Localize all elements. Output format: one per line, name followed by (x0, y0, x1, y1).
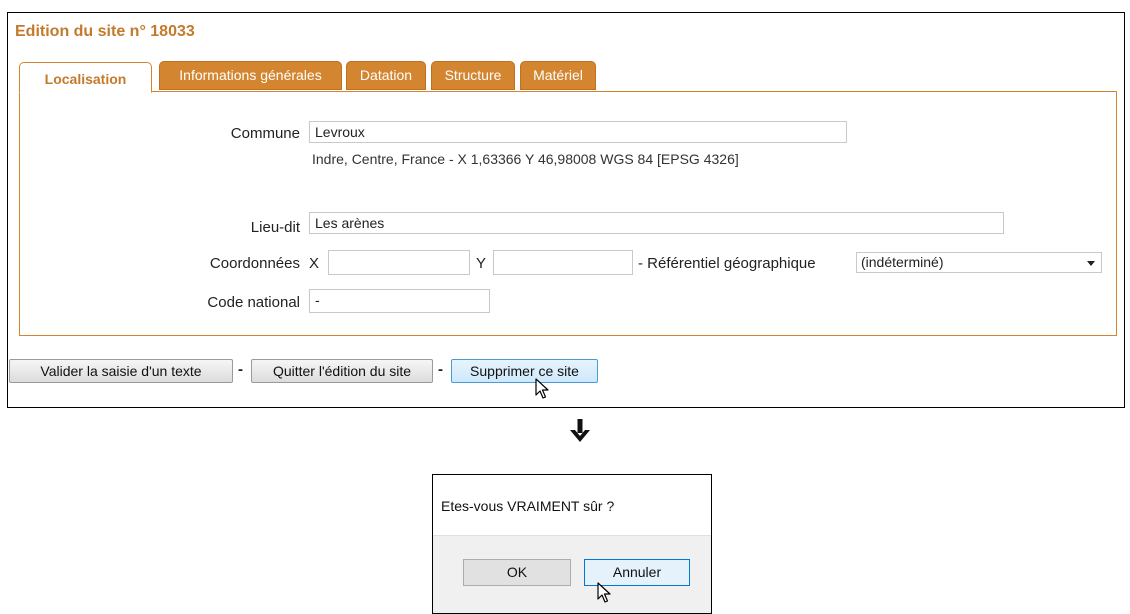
commune-input[interactable]: Levroux (309, 121, 847, 143)
delete-site-button[interactable]: Supprimer ce site (451, 359, 598, 383)
mouse-cursor-icon (597, 582, 611, 603)
x-coordinate-label: X (309, 255, 320, 272)
chevron-down-icon (1087, 261, 1095, 266)
tab-informations-generales[interactable]: Informations générales (159, 61, 342, 90)
separator: - (438, 361, 443, 378)
code-national-input[interactable]: - (309, 289, 490, 313)
commune-label: Commune (230, 125, 300, 142)
code-national-label: Code national (207, 294, 300, 311)
ok-button[interactable]: OK (463, 559, 571, 586)
arrow-down-icon (570, 419, 590, 442)
tab-localisation[interactable]: Localisation (19, 62, 152, 93)
tab-datation[interactable]: Datation (346, 61, 426, 90)
referentiel-selected-value: (indéterminé) (861, 254, 944, 270)
referentiel-select[interactable]: (indéterminé) (856, 252, 1102, 273)
coordonnees-label: Coordonnées (209, 255, 300, 272)
validate-text-button[interactable]: Valider la saisie d'un texte (9, 359, 233, 383)
y-coordinate-input[interactable] (493, 250, 633, 275)
quit-edit-button[interactable]: Quitter l'édition du site (251, 359, 433, 383)
tab-materiel[interactable]: Matériel (520, 61, 596, 90)
referentiel-label: - Référentiel géographique (638, 255, 816, 272)
dialog-message: Etes-vous VRAIMENT sûr ? (441, 498, 615, 514)
lieu-dit-label: Lieu-dit (250, 219, 300, 236)
y-coordinate-label: Y (476, 255, 487, 272)
mouse-cursor-icon (535, 378, 549, 399)
confirm-dialog: Etes-vous VRAIMENT sûr ? OK Annuler (432, 474, 712, 614)
lieu-dit-input[interactable]: Les arènes (309, 212, 1004, 234)
tab-structure[interactable]: Structure (431, 61, 515, 90)
page-title: Edition du site n° 18033 (15, 23, 195, 40)
separator: - (238, 361, 243, 378)
commune-location-info: Indre, Centre, France - X 1,63366 Y 46,9… (312, 151, 739, 167)
x-coordinate-input[interactable] (328, 250, 470, 275)
